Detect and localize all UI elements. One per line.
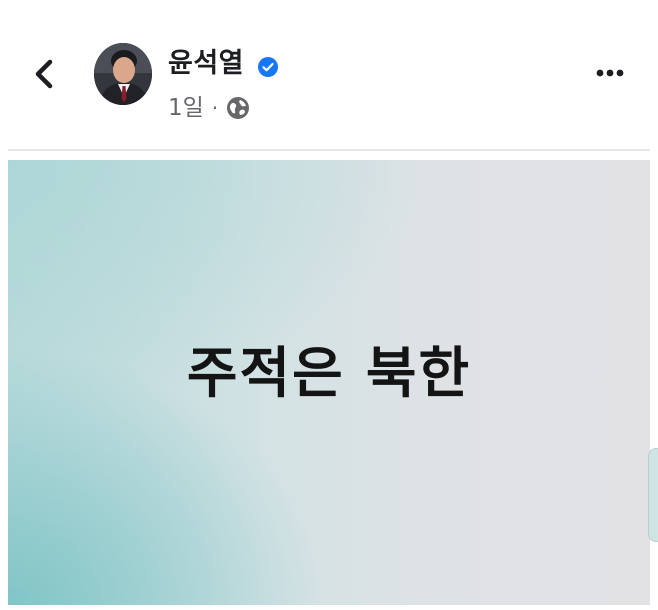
post-page: 윤석열 1일 · 주적은 북한 [0, 0, 658, 610]
more-options-button[interactable] [590, 62, 630, 84]
next-item-edge[interactable] [648, 448, 658, 542]
author-name[interactable]: 윤석열 [168, 46, 244, 82]
post-header: 윤석열 1일 · [0, 0, 658, 148]
post-image-text: 주적은 북한 [186, 341, 472, 405]
profile-photo [94, 43, 152, 105]
more-horizontal-icon [596, 69, 624, 77]
back-button[interactable] [28, 52, 64, 96]
post-meta: 1일 · [168, 92, 250, 124]
header-divider [8, 149, 650, 151]
meta-separator: · [211, 96, 219, 120]
chevron-left-icon [35, 59, 53, 89]
verified-badge-icon [258, 57, 278, 77]
post-image[interactable]: 주적은 북한 [8, 160, 650, 605]
avatar[interactable] [94, 43, 152, 105]
post-timestamp[interactable]: 1일 [168, 92, 204, 124]
globe-icon[interactable] [226, 96, 250, 120]
